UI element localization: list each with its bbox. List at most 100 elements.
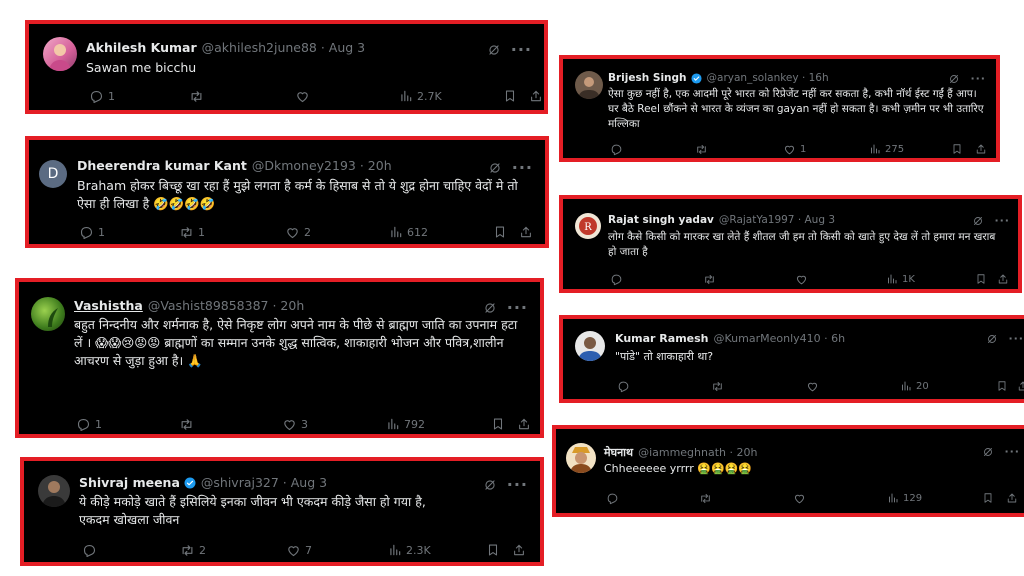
- bookmark-button[interactable]: [486, 543, 500, 557]
- tweet-card[interactable]: Kumar Ramesh @KumarMeonly410 · 6h ··· "प…: [559, 315, 1024, 403]
- share-button[interactable]: [997, 273, 1009, 285]
- display-name[interactable]: Kumar Ramesh: [615, 332, 709, 345]
- avatar[interactable]: R: [575, 213, 601, 239]
- reply-button[interactable]: [82, 543, 97, 558]
- avatar[interactable]: [566, 443, 596, 473]
- share-button[interactable]: [519, 225, 533, 239]
- retweet-button[interactable]: [711, 380, 724, 393]
- views-button[interactable]: 792: [386, 417, 425, 431]
- retweet-button[interactable]: [699, 492, 712, 505]
- reply-button[interactable]: 1: [79, 225, 105, 240]
- avatar[interactable]: [575, 331, 605, 361]
- display-name[interactable]: Vashistha: [74, 298, 143, 313]
- bookmark-button[interactable]: [503, 89, 517, 103]
- grok-icon[interactable]: [483, 478, 497, 492]
- like-button[interactable]: [806, 380, 819, 393]
- share-button[interactable]: [1017, 380, 1024, 392]
- views-button[interactable]: 2.3K: [388, 543, 431, 557]
- share-button[interactable]: [517, 417, 531, 431]
- tweet-card[interactable]: Akhilesh Kumar @akhilesh2june88 · Aug 3 …: [25, 20, 548, 114]
- grok-icon[interactable]: [972, 215, 984, 227]
- handle-and-time[interactable]: @Dkmoney2193 · 20h: [252, 158, 392, 173]
- avatar[interactable]: [38, 475, 70, 507]
- like-button[interactable]: [295, 89, 310, 104]
- share-button[interactable]: [512, 543, 526, 557]
- more-options-icon[interactable]: ···: [970, 72, 986, 85]
- reply-button[interactable]: 1: [76, 417, 102, 432]
- handle-and-time[interactable]: @RajatYa1997 · Aug 3: [719, 214, 835, 226]
- reply-button[interactable]: [617, 380, 630, 393]
- more-options-icon[interactable]: ···: [511, 40, 532, 59]
- share-button[interactable]: [1006, 492, 1018, 504]
- like-button[interactable]: [793, 492, 806, 505]
- like-button[interactable]: 1: [783, 143, 806, 156]
- views-button[interactable]: 129: [887, 492, 922, 504]
- views-button[interactable]: 1K: [886, 273, 915, 285]
- retweet-button[interactable]: 1: [179, 225, 205, 240]
- like-button[interactable]: 7: [286, 543, 312, 558]
- display-name[interactable]: Akhilesh Kumar: [86, 40, 197, 55]
- retweet-button[interactable]: [189, 89, 204, 104]
- like-button[interactable]: 3: [282, 417, 308, 432]
- bookmark-button[interactable]: [951, 143, 963, 155]
- grok-icon[interactable]: [483, 301, 497, 315]
- like-button[interactable]: 2: [285, 225, 311, 240]
- bookmark-button[interactable]: [996, 380, 1008, 392]
- tweet-card[interactable]: Vashistha @Vashist89858387 · 20h ··· बहु…: [15, 278, 544, 438]
- reply-button[interactable]: [610, 273, 623, 286]
- like-button[interactable]: [795, 273, 808, 286]
- heart-icon: [286, 543, 301, 558]
- avatar[interactable]: D: [39, 160, 67, 188]
- handle-and-time[interactable]: @akhilesh2june88 · Aug 3: [202, 40, 366, 55]
- handle-and-time[interactable]: @iammeghnath · 20h: [638, 446, 757, 459]
- more-options-icon[interactable]: ···: [507, 475, 528, 494]
- handle-and-time[interactable]: @aryan_solankey · 16h: [707, 72, 829, 84]
- bookmark-button[interactable]: [975, 273, 987, 285]
- tweet-card[interactable]: R Rajat singh yadav @RajatYa1997 · Aug 3…: [559, 195, 1022, 293]
- retweet-button[interactable]: [703, 273, 716, 286]
- tweet-card[interactable]: D Dheerendra kumar Kant @Dkmoney2193 · 2…: [25, 136, 549, 248]
- avatar-letter: D: [47, 166, 59, 182]
- bookmark-button[interactable]: [493, 225, 507, 239]
- tweet-card[interactable]: Shivraj meena @shivraj327 · Aug 3 ··· ये…: [20, 457, 544, 566]
- tweet-top-actions: ···: [972, 214, 1010, 227]
- views-button[interactable]: 2.7K: [399, 89, 442, 103]
- handle-and-time[interactable]: @shivraj327 · Aug 3: [201, 475, 327, 490]
- bookmark-button[interactable]: [491, 417, 505, 431]
- grok-icon[interactable]: [487, 43, 501, 57]
- share-button[interactable]: [975, 143, 987, 155]
- tweet-card[interactable]: मेघनाथ @iammeghnath · 20h ··· Chheeeeee …: [552, 425, 1024, 517]
- more-options-icon[interactable]: ···: [994, 214, 1010, 227]
- display-name[interactable]: Rajat singh yadav: [608, 214, 714, 226]
- more-options-icon[interactable]: ···: [507, 298, 528, 317]
- handle-and-time[interactable]: @Vashist89858387 · 20h: [148, 298, 304, 313]
- grok-icon[interactable]: [488, 161, 502, 175]
- handle-and-time[interactable]: @KumarMeonly410 · 6h: [714, 332, 846, 345]
- like-count: 7: [305, 543, 312, 557]
- retweet-button[interactable]: [695, 143, 708, 156]
- retweet-button[interactable]: 2: [180, 543, 206, 558]
- display-name[interactable]: Brijesh Singh: [608, 72, 687, 84]
- more-options-icon[interactable]: ···: [512, 158, 533, 177]
- reply-button[interactable]: [606, 492, 619, 505]
- more-options-icon[interactable]: ···: [1004, 445, 1020, 458]
- avatar[interactable]: [575, 71, 603, 99]
- display-name[interactable]: Shivraj meena: [79, 475, 180, 490]
- grok-icon[interactable]: [948, 73, 960, 85]
- bookmark-button[interactable]: [982, 492, 994, 504]
- retweet-button[interactable]: [179, 417, 194, 432]
- display-name[interactable]: मेघनाथ: [604, 445, 633, 460]
- more-options-icon[interactable]: ···: [1008, 332, 1024, 345]
- reply-button[interactable]: 1: [89, 89, 115, 104]
- avatar[interactable]: [31, 297, 65, 331]
- views-button[interactable]: 20: [900, 380, 929, 392]
- tweet-card[interactable]: Brijesh Singh @aryan_solankey · 16h ··· …: [559, 55, 1000, 162]
- reply-button[interactable]: [610, 143, 623, 156]
- display-name[interactable]: Dheerendra kumar Kant: [77, 158, 247, 173]
- avatar[interactable]: [43, 37, 77, 71]
- share-button[interactable]: [529, 89, 543, 103]
- grok-icon[interactable]: [986, 333, 998, 345]
- views-button[interactable]: 612: [389, 225, 428, 239]
- views-button[interactable]: 275: [869, 143, 904, 155]
- grok-icon[interactable]: [982, 446, 994, 458]
